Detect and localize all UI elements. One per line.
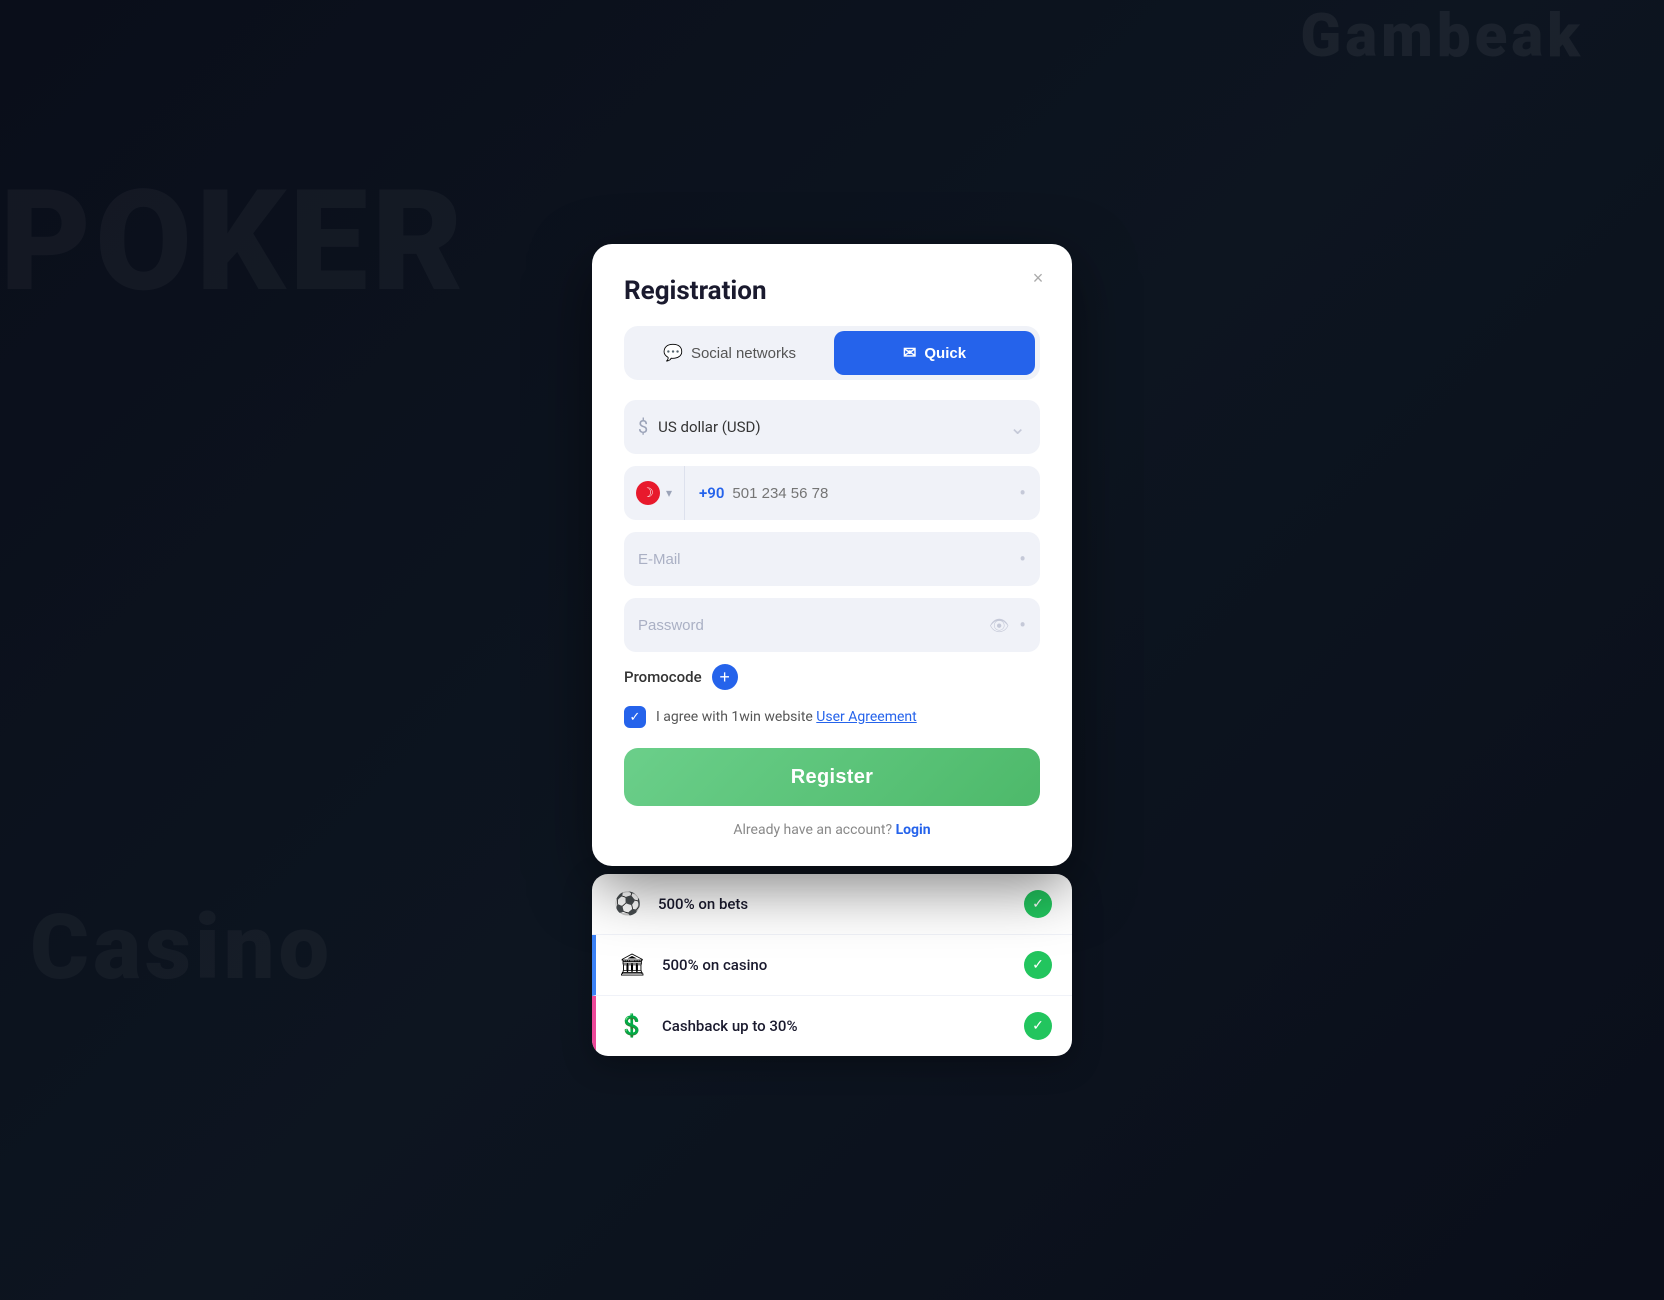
registration-modal: × Registration 💬 Social networks ✉ Quick… bbox=[592, 244, 1072, 866]
phone-code: +90 bbox=[685, 484, 724, 502]
checkmark-icon: ✓ bbox=[630, 710, 641, 725]
password-group: 👁 • bbox=[624, 598, 1040, 652]
cashback-icon: 💲 bbox=[616, 1014, 648, 1039]
phone-group: ☽ ▾ +90 • bbox=[624, 466, 1040, 520]
password-input[interactable] bbox=[638, 617, 979, 634]
country-chevron-icon: ▾ bbox=[666, 486, 672, 500]
promocode-row: Promocode + bbox=[624, 664, 1040, 690]
bonus-item-bets: ⚽ 500% on bets ✓ bbox=[592, 874, 1072, 935]
bonus-casino-text: 500% on casino bbox=[662, 956, 1010, 974]
agreement-text-prefix: I agree with 1win website bbox=[656, 709, 816, 725]
tab-quick[interactable]: ✉ Quick bbox=[834, 331, 1035, 375]
plus-icon: + bbox=[719, 668, 730, 686]
modal-wrapper: × Registration 💬 Social networks ✉ Quick… bbox=[592, 244, 1072, 1056]
casino-icon: 🏛 bbox=[616, 953, 648, 978]
user-agreement-link[interactable]: User Agreement bbox=[816, 709, 916, 725]
dollar-icon: $ bbox=[638, 417, 648, 438]
phone-dot: • bbox=[1019, 481, 1026, 505]
check-icon-cashback: ✓ bbox=[1032, 1018, 1044, 1034]
check-badge-bets: ✓ bbox=[1024, 890, 1052, 918]
tab-quick-label: Quick bbox=[924, 345, 966, 362]
close-button[interactable]: × bbox=[1022, 262, 1054, 294]
soccer-ball-icon: ⚽ bbox=[612, 892, 644, 917]
agreement-row: ✓ I agree with 1win website User Agreeme… bbox=[624, 706, 1040, 728]
bg-logo-text: Gambeak bbox=[1300, 0, 1584, 71]
bonus-item-casino: 🏛 500% on casino ✓ bbox=[592, 935, 1072, 996]
eye-icon[interactable]: 👁 bbox=[989, 616, 1009, 635]
bonus-item-cashback: 💲 Cashback up to 30% ✓ bbox=[592, 996, 1072, 1056]
password-input-row: 👁 • bbox=[624, 598, 1040, 652]
currency-group: $ US dollar (USD) ⌄ bbox=[624, 400, 1040, 454]
email-dot: • bbox=[1019, 547, 1026, 571]
bonus-bets-text: 500% on bets bbox=[658, 895, 1010, 913]
bonus-cashback-text: Cashback up to 30% bbox=[662, 1017, 1010, 1035]
register-button[interactable]: Register bbox=[624, 748, 1040, 806]
currency-value: US dollar (USD) bbox=[658, 418, 999, 436]
tab-row: 💬 Social networks ✉ Quick bbox=[624, 326, 1040, 380]
bonus-card: ⚽ 500% on bets ✓ 🏛 500% on casino ✓ 💲 Ca… bbox=[592, 874, 1072, 1056]
add-promocode-button[interactable]: + bbox=[712, 664, 738, 690]
bg-casino-text: Casino bbox=[30, 895, 333, 1000]
check-icon-bets: ✓ bbox=[1032, 896, 1044, 912]
bg-poker-text: POKER bbox=[0, 160, 467, 324]
check-badge-cashback: ✓ bbox=[1024, 1012, 1052, 1040]
social-icon: 💬 bbox=[663, 343, 683, 363]
tab-social-label: Social networks bbox=[691, 345, 796, 362]
modal-title: Registration bbox=[624, 276, 1040, 306]
login-prompt-text: Already have an account? bbox=[733, 822, 895, 838]
check-icon-casino: ✓ bbox=[1032, 957, 1044, 973]
close-icon: × bbox=[1033, 268, 1044, 289]
email-input[interactable] bbox=[638, 551, 1009, 568]
currency-input-row[interactable]: $ US dollar (USD) ⌄ bbox=[624, 400, 1040, 454]
chevron-down-icon: ⌄ bbox=[1009, 415, 1026, 439]
tab-social-networks[interactable]: 💬 Social networks bbox=[629, 331, 830, 375]
agreement-checkbox[interactable]: ✓ bbox=[624, 706, 646, 728]
promocode-label: Promocode bbox=[624, 668, 702, 686]
crescent-icon: ☽ bbox=[642, 487, 654, 500]
email-input-row: • bbox=[624, 532, 1040, 586]
login-link[interactable]: Login bbox=[896, 822, 931, 838]
quick-icon: ✉ bbox=[903, 343, 916, 363]
phone-input[interactable] bbox=[724, 485, 1019, 502]
turkey-flag: ☽ bbox=[636, 481, 660, 505]
check-badge-casino: ✓ bbox=[1024, 951, 1052, 979]
password-dot: • bbox=[1019, 613, 1026, 637]
email-group: • bbox=[624, 532, 1040, 586]
login-row: Already have an account? Login bbox=[624, 822, 1040, 838]
phone-input-row: ☽ ▾ +90 • bbox=[624, 466, 1040, 520]
agreement-text: I agree with 1win website User Agreement bbox=[656, 709, 917, 725]
country-selector[interactable]: ☽ ▾ bbox=[624, 466, 685, 520]
